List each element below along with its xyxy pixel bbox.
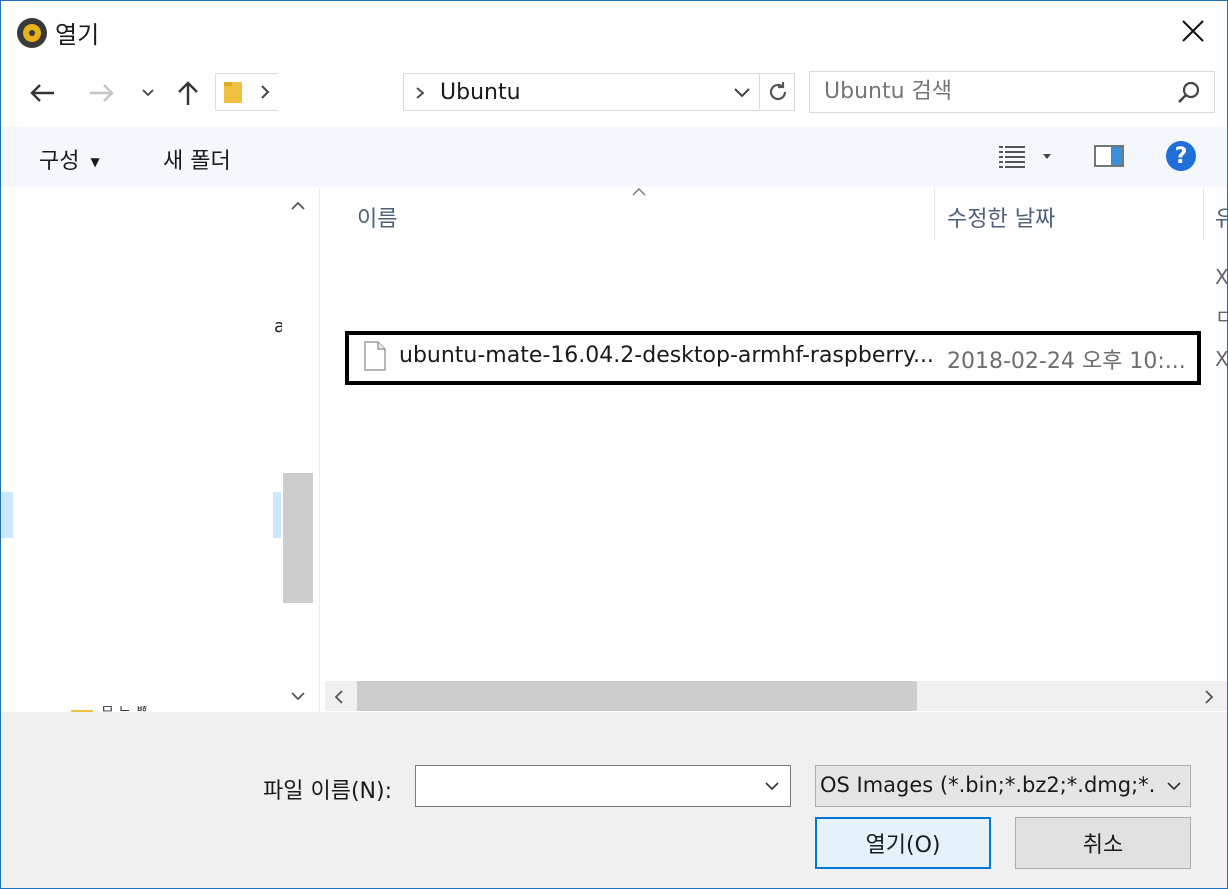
file-icon — [364, 341, 386, 371]
column-divider[interactable] — [934, 188, 935, 240]
file-type-value: OS Images (*.bin;*.bz2;*.dmg;*.c — [820, 773, 1156, 797]
nav-selection-highlight-right — [273, 492, 281, 538]
up-button[interactable] — [171, 75, 205, 111]
column-divider[interactable] — [1203, 188, 1204, 240]
new-folder-button[interactable]: 새 폴더 — [163, 143, 231, 175]
help-icon: ? — [1166, 141, 1196, 171]
navigation-pane[interactable]: a ᄆ ᄂ ᄇᄒ — [1, 188, 285, 721]
row-type-partial: X — [1215, 265, 1228, 289]
arrow-up-icon — [178, 81, 198, 105]
navigation-scroll-thumb[interactable] — [283, 473, 313, 603]
close-button[interactable] — [1169, 11, 1215, 51]
recent-locations-button[interactable] — [137, 75, 159, 111]
scroll-up-icon[interactable] — [290, 200, 306, 212]
navigation-scrollbar[interactable] — [282, 188, 314, 712]
chevron-right-icon — [416, 87, 425, 99]
chevron-down-icon[interactable] — [764, 780, 780, 792]
search-box[interactable] — [809, 71, 1215, 113]
preview-pane-button[interactable] — [1093, 143, 1125, 169]
column-header-modified[interactable]: 수정한 날짜 — [947, 201, 1055, 233]
file-name-combobox[interactable] — [415, 765, 791, 807]
folder-icon — [224, 82, 242, 103]
file-list-scroll-thumb[interactable] — [357, 681, 917, 711]
column-header-type[interactable]: 유 — [1215, 201, 1227, 233]
open-dialog: 열기 Ubuntu Ubuntu 검색 구성 ▼ 새 폴더 ? a 이름 수정한… — [0, 0, 1228, 889]
search-icon[interactable] — [1176, 80, 1202, 106]
organize-label: 구성 — [39, 149, 80, 174]
address-history-chevron-icon[interactable] — [732, 86, 752, 100]
chevron-right-icon — [261, 85, 270, 99]
chevron-down-icon — [1167, 782, 1181, 791]
file-name-label: 파일 이름(N): — [263, 779, 392, 804]
file-row[interactable]: ubuntu-mate-16.04.2-desktop-armhf-raspbe… — [345, 331, 1201, 385]
preview-pane-icon — [1094, 145, 1124, 167]
cancel-button[interactable]: 취소 — [1015, 817, 1191, 869]
scroll-down-icon[interactable] — [290, 690, 306, 702]
scroll-left-icon[interactable] — [333, 689, 345, 705]
address-bar[interactable]: Ubuntu — [403, 73, 795, 111]
help-button[interactable]: ? — [1165, 140, 1197, 172]
nav-selection-highlight — [1, 492, 13, 538]
forward-button[interactable] — [85, 75, 119, 111]
row-type-partial: ㅁ — [1215, 301, 1227, 330]
caret-down-icon: ▼ — [90, 155, 100, 169]
search-input[interactable] — [810, 72, 1174, 110]
back-button[interactable] — [25, 75, 59, 111]
svg-text:?: ? — [1175, 144, 1188, 169]
dialog-title: 열기 — [55, 21, 100, 49]
scroll-right-icon[interactable] — [1203, 689, 1215, 705]
pane-divider[interactable] — [319, 188, 320, 712]
open-button[interactable]: 열기(O) — [815, 817, 991, 869]
file-name: ubuntu-mate-16.04.2-desktop-armhf-raspbe… — [399, 343, 934, 368]
arrow-left-icon — [30, 84, 54, 102]
arrow-right-icon — [90, 84, 114, 102]
close-icon — [1182, 20, 1204, 42]
app-disc-icon — [17, 18, 47, 48]
column-header-name[interactable]: 이름 — [357, 201, 397, 233]
view-options-button[interactable] — [997, 143, 1057, 171]
details-view-icon — [999, 146, 1051, 168]
refresh-button[interactable] — [759, 73, 794, 109]
sort-ascending-icon — [632, 188, 646, 196]
address-current-folder[interactable]: Ubuntu — [440, 80, 521, 105]
row-type-partial: X — [1215, 347, 1228, 371]
chevron-down-icon — [142, 89, 154, 97]
organize-button[interactable]: 구성 ▼ — [39, 143, 100, 175]
file-modified: 2018-02-24 오후 10:... — [947, 349, 1186, 374]
refresh-icon — [769, 82, 787, 101]
file-type-select[interactable]: OS Images (*.bin;*.bz2;*.dmg;*.c — [815, 765, 1191, 807]
breadcrumb-root[interactable] — [215, 73, 278, 111]
